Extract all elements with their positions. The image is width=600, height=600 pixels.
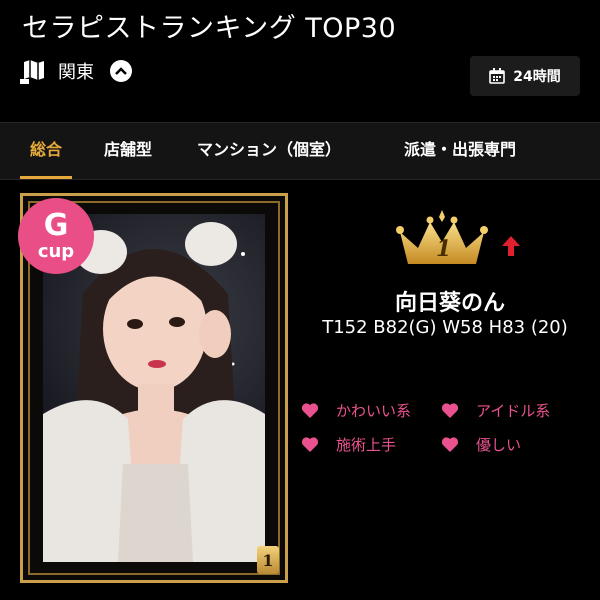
page-title: セラピストランキング TOP30 <box>22 13 397 44</box>
rank-number-corner: 1 <box>257 546 279 574</box>
tab-store[interactable]: 店舗型 <box>104 123 152 179</box>
cup-letter: G <box>43 208 69 243</box>
period-button[interactable]: 24時間 <box>470 56 580 96</box>
tag-label: アイドル系 <box>476 402 551 420</box>
crown-icon: 1 <box>396 208 488 270</box>
therapist-stats: T152 B82(G) W58 H83 (20) <box>322 317 568 338</box>
tag-item: かわいい系 <box>302 400 411 421</box>
tag-item: 施術上手 <box>302 434 396 455</box>
category-tabs: 総合 店舗型 マンション（個室） 派遣・出張専門 <box>0 122 600 180</box>
heart-icon <box>302 403 318 418</box>
region-label: 関東 <box>58 62 94 83</box>
trend-up-icon <box>502 236 520 256</box>
heart-icon <box>442 437 458 452</box>
crown-rank-number: 1 <box>436 236 452 262</box>
cup-text: cup <box>37 241 75 262</box>
region-selector[interactable]: 関東 <box>20 58 132 84</box>
tag-label: 施術上手 <box>336 436 397 454</box>
tab-dispatch[interactable]: 派遣・出張専門 <box>404 123 516 179</box>
tag-label: 優しい <box>476 436 522 454</box>
chevron-up-icon[interactable] <box>110 60 132 82</box>
calendar-icon <box>489 68 506 84</box>
period-label: 24時間 <box>513 69 561 85</box>
tab-mansion[interactable]: マンション（個室） <box>197 123 341 179</box>
heart-icon <box>302 437 318 452</box>
tag-item: 優しい <box>442 434 521 455</box>
map-icon <box>20 60 44 84</box>
therapist-name[interactable]: 向日葵のん <box>300 285 600 317</box>
tab-overall[interactable]: 総合 <box>19 123 73 179</box>
cup-badge: G cup <box>18 198 94 274</box>
tag-label: かわいい系 <box>336 402 412 420</box>
tag-item: アイドル系 <box>442 400 550 421</box>
heart-icon <box>442 403 458 418</box>
